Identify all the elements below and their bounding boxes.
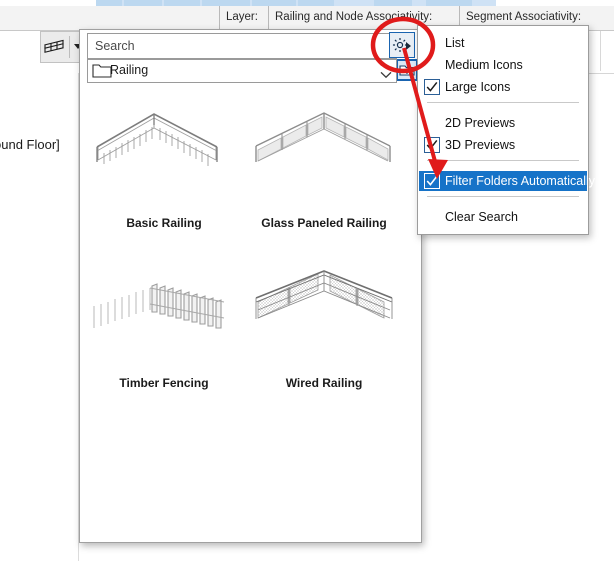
checkbox-checked-icon [424,137,440,153]
chevron-down-icon[interactable] [380,68,392,79]
view-options-context-menu: List Medium Icons Large Icons 2D Preview… [417,25,595,235]
menu-separator [427,196,579,197]
menu-item-label: Clear Search [445,210,518,224]
arrow-right-icon [406,42,411,50]
infobar-divider [219,6,220,30]
menu-item-label: 3D Previews [445,138,516,152]
menu-item-label: List [445,36,465,50]
wired-railing-thumbnail [244,258,404,373]
search-input-text: Search [95,39,135,53]
list-item[interactable]: Wired Railing [244,252,404,412]
menu-item-label: Medium Icons [445,58,523,72]
infobar-divider [268,6,269,30]
folder-select-value: Railing [110,63,149,77]
floor-plan-title: ound Floor] [0,137,60,152]
up-one-level-button[interactable] [396,59,418,81]
menu-item-list[interactable]: List [419,33,587,53]
basic-railing-thumbnail [84,98,244,213]
list-item[interactable]: Glass Paneled Railing [244,92,404,252]
left-drawing-area: ound Floor] [0,73,79,561]
menu-item-label: Large Icons [445,80,511,94]
menu-item-large-icons[interactable]: Large Icons [419,77,587,97]
segment-associativity-label: Segment Associativity: [466,11,582,23]
timber-fencing-thumbnail [84,258,244,373]
menu-item-medium-icons[interactable]: Medium Icons [419,55,587,75]
railing-node-associativity-label: Railing and Node Associativity: [275,11,433,23]
favorites-grid: Basic Railing Glass Paneled Railing Timb… [80,92,419,422]
list-item-label: Glass Paneled Railing [261,216,387,230]
menu-item-filter-folders-automatically[interactable]: Filter Folders Automatically [419,171,595,191]
list-item[interactable]: Timber Fencing [84,252,244,412]
toolrow-divider [600,31,601,71]
menu-item-2d-previews[interactable]: 2D Previews [419,113,587,133]
list-item-label: Wired Railing [285,376,363,390]
glass-paneled-railing-thumbnail [244,98,404,213]
list-item[interactable]: Basic Railing [84,92,244,252]
menu-item-label: Filter Folders Automatically [445,174,596,188]
checkbox-checked-icon [424,79,440,95]
layer-label: Layer: [226,11,258,23]
checkbox-checked-icon [424,173,440,189]
menu-item-clear-search[interactable]: Clear Search [419,207,587,227]
list-item-label: Timber Fencing [119,376,209,390]
list-item-label: Basic Railing [126,216,202,230]
menu-item-label: 2D Previews [445,116,516,130]
menu-separator [427,102,579,103]
menu-item-3d-previews[interactable]: 3D Previews [419,135,587,155]
search-settings-gear-button[interactable] [389,32,415,58]
menu-separator [427,160,579,161]
toolbutton-divider [69,36,70,58]
